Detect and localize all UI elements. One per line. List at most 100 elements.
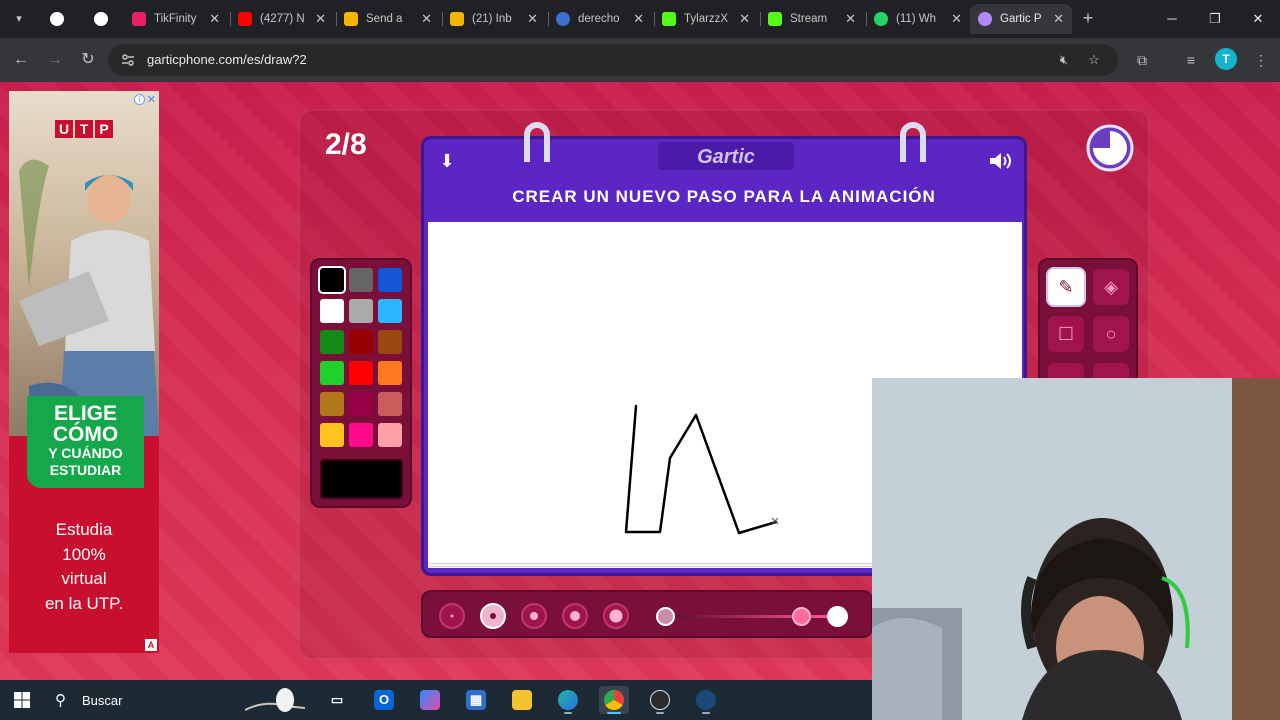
opacity-min-icon (656, 607, 675, 626)
color-swatch-red[interactable] (349, 361, 373, 385)
close-window-button[interactable]: ✕ (1238, 6, 1278, 32)
profile-avatar[interactable]: T (1215, 48, 1237, 70)
color-swatch-plum[interactable] (349, 392, 373, 416)
utp-letter: U (55, 120, 73, 138)
tab-tikfinity[interactable]: TikFinity ✕ (124, 4, 228, 34)
task-view-button[interactable]: ▭ (322, 686, 352, 714)
color-swatch-light-gray[interactable] (349, 299, 373, 323)
edge-icon (558, 690, 578, 710)
tab-title: Send a (366, 13, 403, 25)
tab-title: TylarzzX (684, 13, 729, 25)
opacity-slider-handle[interactable] (792, 607, 811, 626)
tikfinity-icon (132, 12, 146, 26)
pinned-tab[interactable] (42, 4, 72, 34)
tab-stream[interactable]: Stream ✕ (760, 4, 864, 34)
brush-size-3[interactable] (521, 603, 547, 629)
tab-derecho[interactable]: derecho ✕ (548, 4, 652, 34)
tab-title: (21) Inb (472, 13, 512, 25)
close-icon[interactable]: ✕ (845, 11, 856, 27)
color-swatch-gray[interactable] (349, 268, 373, 292)
taskbar-search[interactable]: ⚲ Buscar (45, 684, 315, 716)
color-swatch-blue[interactable] (378, 268, 402, 292)
close-icon[interactable]: ✕ (951, 11, 962, 27)
color-swatch-brown[interactable] (378, 330, 402, 354)
close-icon[interactable]: ✕ (633, 11, 644, 27)
tab-title: Stream (790, 13, 828, 25)
ellipse-icon[interactable]: ○ (1093, 316, 1129, 352)
close-icon[interactable]: ✕ (1053, 11, 1064, 27)
tab-kick[interactable]: TylarzzX ✕ (654, 4, 758, 34)
taskbar-app-explorer[interactable] (507, 686, 537, 714)
windows-start-icon[interactable] (14, 692, 30, 708)
taskbar-app-obs[interactable] (645, 686, 675, 714)
color-swatch-white[interactable] (320, 299, 344, 323)
send-icon (344, 12, 358, 26)
color-swatch-dark-green[interactable] (320, 330, 344, 354)
close-icon[interactable]: ✕ (209, 11, 220, 27)
outlook-icon: O (374, 690, 394, 710)
pencil-icon[interactable]: ✎ (1048, 269, 1084, 305)
copilot-icon (420, 690, 440, 710)
close-icon[interactable]: ✕ (527, 11, 538, 27)
speaker-icon[interactable] (986, 149, 1014, 173)
kick-icon (768, 12, 782, 26)
tab-inbox[interactable]: (21) Inb ✕ (442, 4, 546, 34)
taskbar-app-store[interactable]: ▦ (461, 686, 491, 714)
color-swatch-black[interactable] (320, 268, 344, 292)
reload-button[interactable]: ↻ (76, 48, 100, 72)
new-tab-button[interactable]: + (1078, 8, 1098, 28)
binder-ring (524, 122, 550, 162)
advertisement[interactable]: i ✕ U T P ELIGE CÓMO Y CUÁNDO ESTUDIAR E… (9, 91, 159, 653)
taskbar-app-steam[interactable] (691, 686, 721, 714)
media-controls-icon[interactable]: ≡ (1180, 49, 1202, 71)
minimize-button[interactable]: ─ (1152, 6, 1192, 32)
tab-search-button[interactable]: ▾ (8, 8, 30, 30)
close-icon[interactable]: ✕ (739, 11, 750, 27)
rectangle-icon[interactable]: ☐ (1048, 316, 1084, 352)
brush-size-4[interactable] (562, 603, 588, 629)
color-swatch-pink[interactable] (349, 423, 373, 447)
bookmark-star-icon[interactable]: ☆ (1085, 51, 1103, 69)
ad-headline-line: ELIGE (53, 402, 117, 425)
site-info-icon[interactable] (120, 52, 136, 68)
muted-icon[interactable]: 🔇︎ (1055, 51, 1073, 69)
ad-headline-line: ESTUDIAR (49, 462, 122, 478)
tab-whatsapp[interactable]: (11) Wh ✕ (866, 4, 970, 34)
color-swatch-light-pink[interactable] (378, 423, 402, 447)
color-swatch-green[interactable] (320, 361, 344, 385)
current-color-preview[interactable] (320, 459, 403, 499)
kick-icon (662, 12, 676, 26)
restore-button[interactable]: ❐ (1195, 6, 1235, 32)
brush-size-1[interactable] (439, 603, 465, 629)
color-swatch-ochre[interactable] (320, 392, 344, 416)
menu-icon[interactable]: ⋮ (1250, 49, 1272, 71)
close-icon[interactable]: ✕ (421, 11, 432, 27)
tab-youtube[interactable]: (4277) N ✕ (230, 4, 334, 34)
tab-gartic[interactable]: Gartic P ✕ (970, 4, 1072, 34)
brush-size-2[interactable] (480, 603, 506, 629)
color-swatch-salmon[interactable] (378, 392, 402, 416)
brush-size-5[interactable] (603, 603, 629, 629)
pinned-tab[interactable] (86, 4, 116, 34)
address-bar[interactable]: garticphone.com/es/draw?2 🔇︎ ☆ (108, 44, 1118, 76)
ad-info-icon[interactable]: i (134, 94, 145, 105)
taskbar-app-copilot[interactable] (415, 686, 445, 714)
download-icon[interactable]: ⬇ (436, 150, 458, 172)
close-icon[interactable]: ✕ (315, 11, 326, 27)
extensions-icon[interactable]: ⧉ (1131, 49, 1153, 71)
tool-panel: ✎ ◈ ☐ ○ (1038, 258, 1138, 388)
color-swatch-orange[interactable] (378, 361, 402, 385)
tab-send[interactable]: Send a ✕ (336, 4, 440, 34)
opacity-max-icon (827, 606, 848, 627)
taskbar-app-outlook[interactable]: O (369, 686, 399, 714)
color-swatch-cyan[interactable] (378, 299, 402, 323)
eraser-icon[interactable]: ◈ (1093, 269, 1129, 305)
ad-close-icon[interactable]: ✕ (147, 93, 156, 106)
taskbar-app-edge[interactable] (553, 686, 583, 714)
color-swatch-dark-red[interactable] (349, 330, 373, 354)
color-swatch-yellow[interactable] (320, 423, 344, 447)
back-button[interactable]: ← (9, 48, 33, 72)
forward-button[interactable]: → (43, 48, 67, 72)
taskbar-app-chrome[interactable] (599, 686, 629, 714)
tab-title: (11) Wh (896, 13, 937, 25)
